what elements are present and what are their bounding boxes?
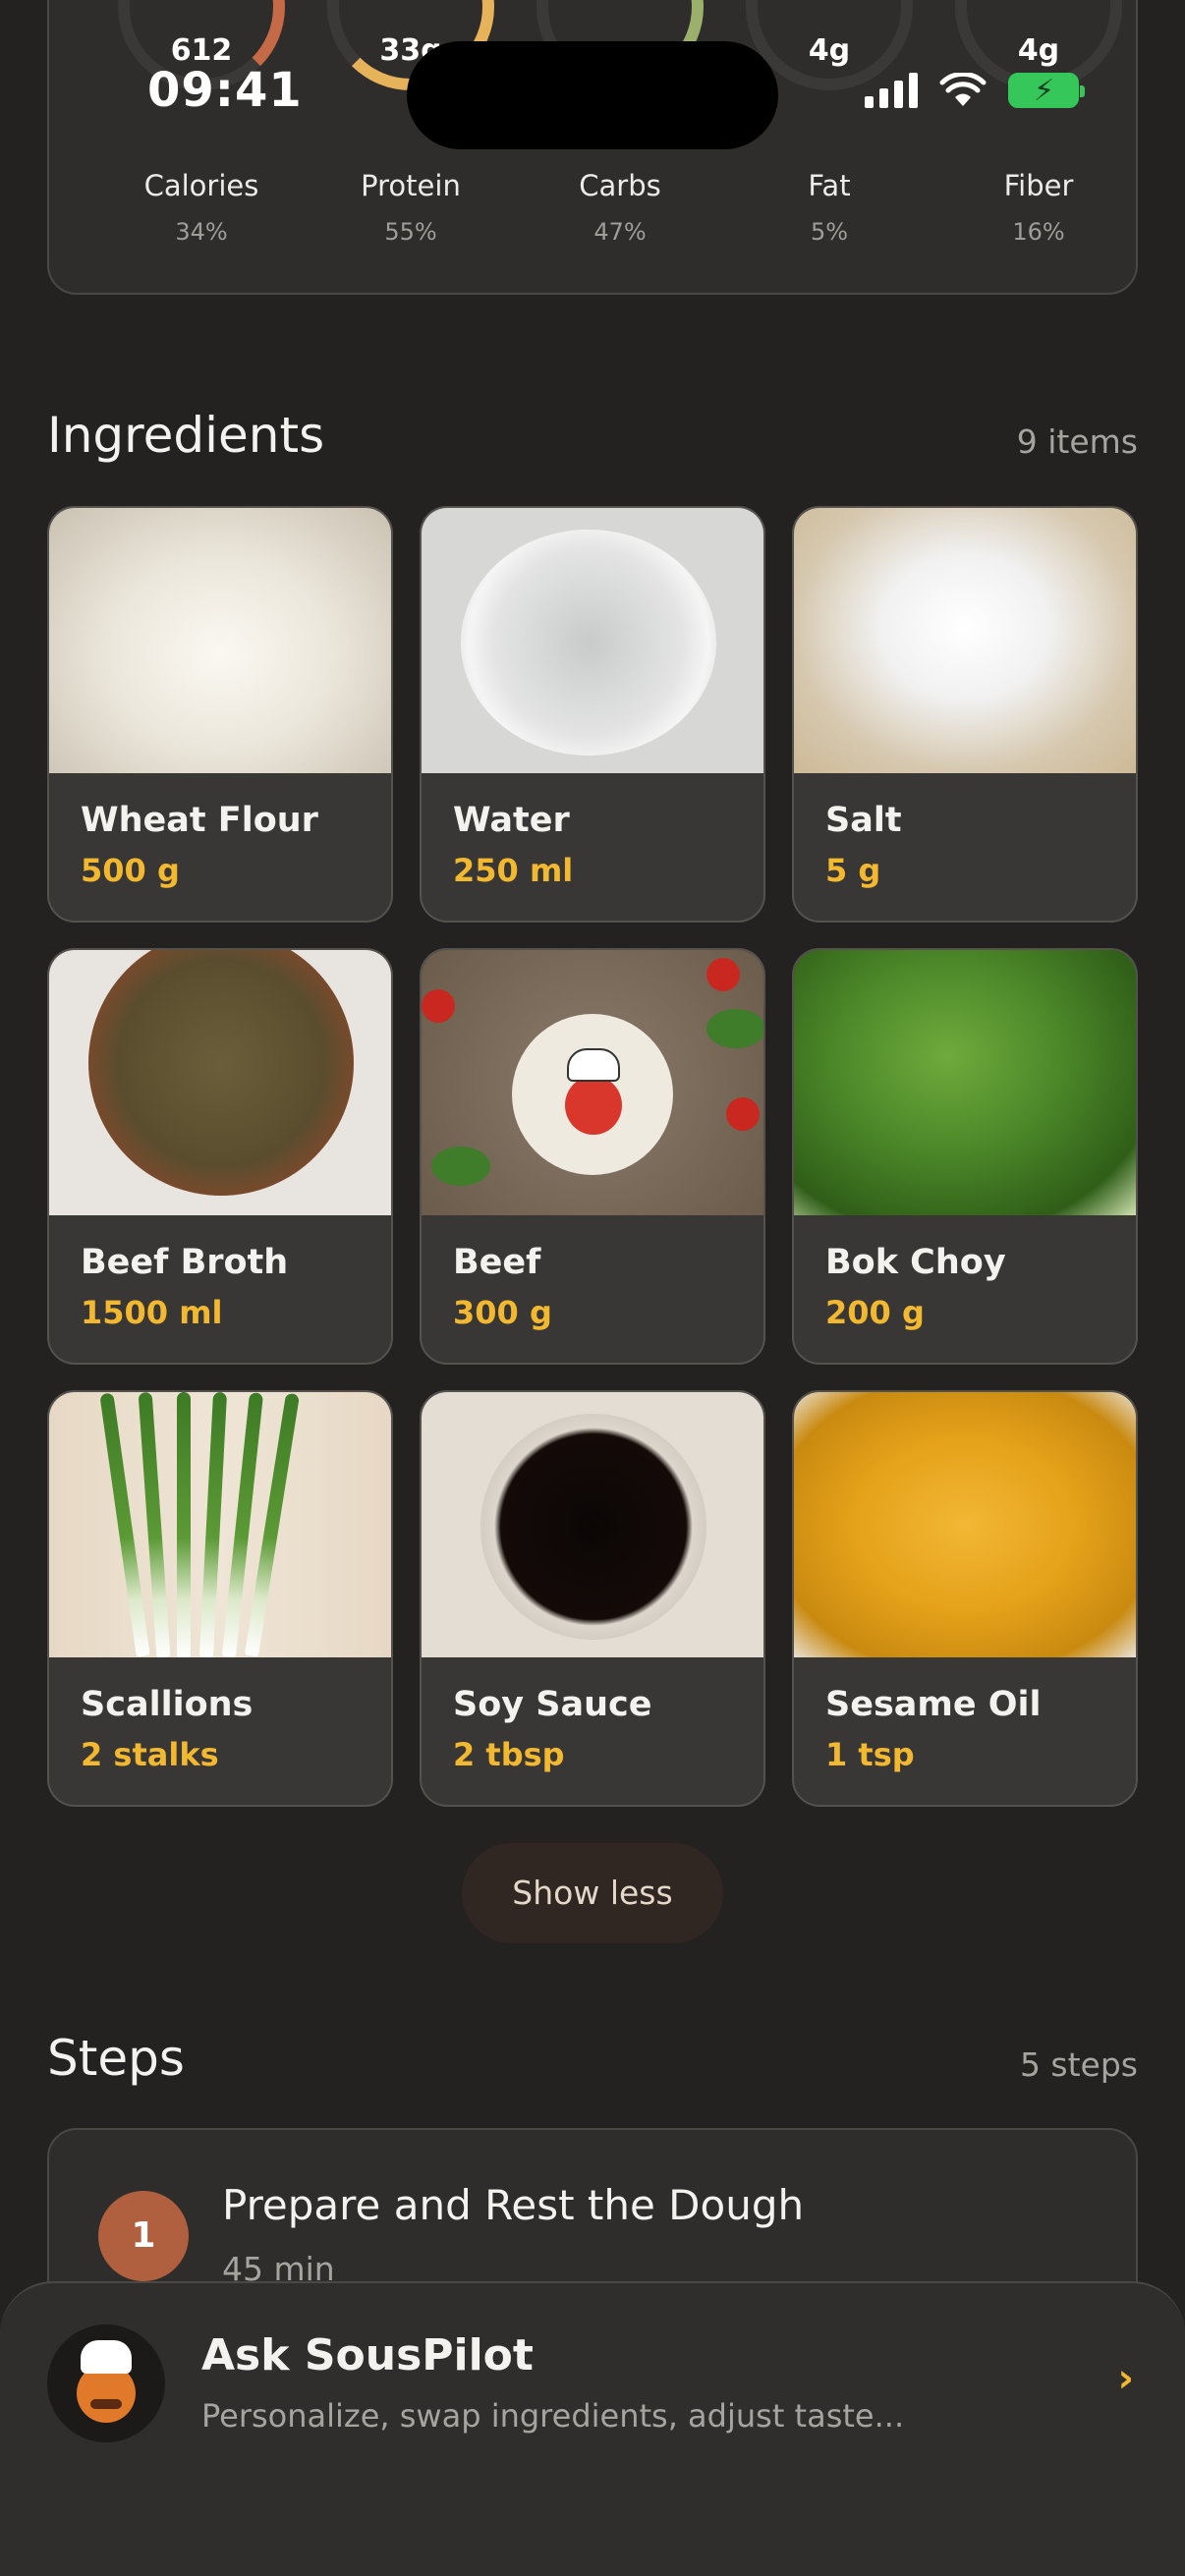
ingredient-card-soy-sauce[interactable]: Soy Sauce 2 tbsp [420,1390,765,1807]
ingredient-card-scallions[interactable]: Scallions 2 stalks [47,1390,393,1807]
sesame-oil-image [794,1392,1136,1657]
ingredient-quantity: 250 ml [453,852,574,889]
assistant-title: Ask SousPilot [201,2330,534,2380]
salt-image [794,508,1136,773]
ingredient-name: Beef Broth [81,1243,289,1282]
cellular-signal-icon [865,73,918,108]
ingredient-card-water[interactable]: Water 250 ml [420,506,765,923]
beef-placeholder-image [422,950,763,1215]
status-time: 09:41 [147,63,303,118]
step-number-badge: 1 [98,2191,189,2281]
scallions-image [49,1392,391,1657]
battery-charging-icon: ⚡ [1008,73,1085,108]
ingredients-count: 9 items [1016,422,1138,461]
nutrient-percent: 55% [384,218,437,246]
show-less-button[interactable]: Show less [462,1843,723,1943]
nutrient-label: Protein [361,169,461,202]
nutrient-label: Calories [143,169,259,202]
nutrient-percent: 16% [1012,218,1065,246]
ingredient-card-wheat-flour[interactable]: Wheat Flour 500 g [47,506,393,923]
ingredient-name: Wheat Flour [81,801,318,840]
bok-choy-image [794,950,1136,1215]
nutrient-percent: 47% [593,218,647,246]
water-image [422,508,763,773]
ingredient-card-salt[interactable]: Salt 5 g [792,506,1138,923]
ingredient-quantity: 300 g [453,1294,552,1331]
ingredient-name: Bok Choy [825,1243,1006,1282]
nutrient-value: 4g [1017,33,1060,68]
ingredient-quantity: 1500 ml [81,1294,223,1331]
ingredient-quantity: 1 tsp [825,1736,915,1773]
chevron-right-icon[interactable]: › [1118,2356,1134,2401]
ingredient-quantity: 500 g [81,852,180,889]
ask-souspilot-sheet[interactable]: Ask SousPilot Personalize, swap ingredie… [0,2281,1185,2576]
ingredient-card-beef[interactable]: Beef 300 g [420,948,765,1365]
assistant-subtitle: Personalize, swap ingredients, adjust ta… [201,2397,905,2435]
ingredients-title: Ingredients [47,407,325,464]
ingredient-name: Beef [453,1243,541,1282]
ingredient-quantity: 2 stalks [81,1736,219,1773]
step-title: Prepare and Rest the Dough [222,2181,805,2229]
nutrient-percent: 5% [810,218,849,246]
ingredient-quantity: 5 g [825,852,881,889]
ingredient-name: Water [453,801,570,840]
ingredient-card-beef-broth[interactable]: Beef Broth 1500 ml [47,948,393,1365]
nutrient-label: Carbs [579,169,661,202]
wifi-icon [939,73,987,106]
ingredient-name: Salt [825,801,902,840]
ingredient-name: Soy Sauce [453,1685,652,1724]
status-icons: ⚡ [865,73,1085,108]
nutrient-label: Fiber [1003,169,1074,202]
steps-count: 5 steps [1019,2045,1138,2084]
steps-title: Steps [47,2030,185,2087]
recipe-screen: 612 Calories 34% 33g Protein 55% Carbs 4… [0,0,1185,2576]
flour-image [49,508,391,773]
ingredient-quantity: 2 tbsp [453,1736,565,1773]
nutrient-label: Fat [808,169,851,202]
dynamic-island [407,41,778,149]
ingredient-card-bok-choy[interactable]: Bok Choy 200 g [792,948,1138,1365]
beef-broth-image [49,950,391,1215]
nutrient-percent: 34% [175,218,228,246]
chef-avatar-icon [47,2324,165,2442]
ingredient-name: Sesame Oil [825,1685,1042,1724]
ingredient-card-sesame-oil[interactable]: Sesame Oil 1 tsp [792,1390,1138,1807]
soy-sauce-image [422,1392,763,1657]
ingredient-quantity: 200 g [825,1294,925,1331]
ingredient-name: Scallions [81,1685,254,1724]
